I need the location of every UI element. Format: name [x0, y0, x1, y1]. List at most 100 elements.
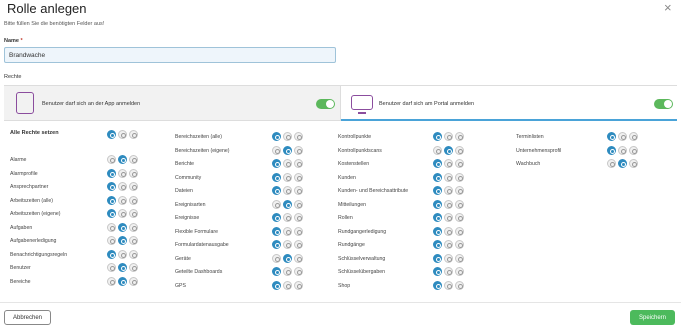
rights-write-option[interactable]	[129, 276, 138, 286]
rights-write-option[interactable]	[294, 172, 303, 182]
rights-read-option[interactable]	[444, 240, 453, 249]
rights-none-option[interactable]	[272, 199, 281, 209]
rights-none-option[interactable]	[433, 145, 442, 155]
rights-write-option[interactable]	[129, 263, 138, 272]
rights-none-option[interactable]	[107, 182, 116, 191]
rights-write-option[interactable]	[455, 226, 464, 236]
rights-none-option[interactable]	[272, 226, 281, 236]
portal-permission-toggle[interactable]	[654, 99, 673, 109]
rights-none-option[interactable]	[272, 267, 281, 276]
rights-read-option[interactable]	[118, 263, 127, 272]
rights-write-option[interactable]	[455, 280, 464, 290]
rights-read-option[interactable]	[283, 253, 292, 263]
rights-write-option[interactable]	[294, 226, 303, 236]
rights-read-option[interactable]	[118, 276, 127, 286]
rights-read-option[interactable]	[444, 226, 453, 236]
rights-none-option[interactable]	[433, 240, 442, 249]
rights-write-option[interactable]	[455, 172, 464, 182]
rights-write-option[interactable]	[294, 267, 303, 276]
rights-write-option[interactable]	[129, 168, 138, 178]
rights-read-option[interactable]	[118, 168, 127, 178]
rights-read-option[interactable]	[444, 186, 453, 195]
rights-none-option[interactable]	[272, 159, 281, 168]
app-permission-toggle[interactable]	[316, 99, 335, 109]
rights-none-option[interactable]	[107, 222, 116, 232]
rights-read-option[interactable]	[444, 159, 453, 168]
rights-none-option[interactable]	[433, 159, 442, 168]
rights-read-option[interactable]	[444, 199, 453, 209]
rights-write-option[interactable]	[455, 267, 464, 276]
rights-none-option[interactable]	[272, 132, 281, 141]
rights-none-option[interactable]	[433, 253, 442, 263]
rights-none-option[interactable]	[433, 280, 442, 290]
rights-write-option[interactable]	[129, 209, 138, 218]
rights-read-option[interactable]	[444, 145, 453, 155]
name-input[interactable]	[4, 47, 336, 63]
rights-read-option[interactable]	[283, 226, 292, 236]
rights-none-option[interactable]	[107, 209, 116, 218]
rights-read-option[interactable]	[283, 145, 292, 155]
rights-none-option[interactable]	[107, 168, 116, 178]
rights-write-option[interactable]	[629, 145, 638, 155]
rights-write-option[interactable]	[129, 182, 138, 191]
rights-write-option[interactable]	[294, 240, 303, 249]
rights-read-option[interactable]	[283, 267, 292, 276]
rights-read-option[interactable]	[618, 145, 627, 155]
save-button[interactable]: Speichern	[630, 310, 675, 325]
rights-read-option[interactable]	[118, 182, 127, 191]
rights-none-option[interactable]	[107, 195, 116, 205]
rights-write-option[interactable]	[294, 280, 303, 290]
rights-none-option[interactable]	[607, 145, 616, 155]
rights-write-option[interactable]	[129, 249, 138, 259]
rights-write-option[interactable]	[294, 186, 303, 195]
rights-read-option[interactable]	[444, 132, 453, 141]
rights-read-option[interactable]	[444, 253, 453, 263]
rights-write-option[interactable]	[629, 159, 638, 168]
rights-read-option[interactable]	[283, 186, 292, 195]
rights-write-option[interactable]	[294, 199, 303, 209]
rights-none-option[interactable]	[272, 253, 281, 263]
rights-read-option[interactable]	[283, 132, 292, 141]
rights-read-option[interactable]	[444, 213, 453, 222]
rights-read-option[interactable]	[444, 267, 453, 276]
rights-none-option[interactable]	[107, 276, 116, 286]
rights-write-option[interactable]	[129, 222, 138, 232]
rights-none-option[interactable]	[272, 186, 281, 195]
rights-write-option[interactable]	[129, 155, 138, 164]
rights-none-option[interactable]	[272, 213, 281, 222]
rights-read-option[interactable]	[283, 213, 292, 222]
rights-read-option[interactable]	[118, 195, 127, 205]
rights-write-option[interactable]	[294, 132, 303, 141]
rights-none-option[interactable]	[272, 240, 281, 249]
rights-write-option[interactable]	[129, 130, 138, 139]
rights-write-option[interactable]	[455, 199, 464, 209]
rights-none-option[interactable]	[107, 236, 116, 245]
rights-write-option[interactable]	[455, 159, 464, 168]
rights-read-option[interactable]	[118, 130, 127, 139]
rights-write-option[interactable]	[455, 186, 464, 195]
rights-read-option[interactable]	[118, 222, 127, 232]
rights-read-option[interactable]	[444, 172, 453, 182]
rights-none-option[interactable]	[433, 132, 442, 141]
cancel-button[interactable]: Abbrechen	[4, 310, 51, 325]
rights-none-option[interactable]	[433, 186, 442, 195]
rights-none-option[interactable]	[272, 145, 281, 155]
rights-write-option[interactable]	[455, 132, 464, 141]
rights-none-option[interactable]	[607, 159, 616, 168]
rights-write-option[interactable]	[294, 213, 303, 222]
rights-none-option[interactable]	[107, 249, 116, 259]
close-icon[interactable]: ×	[664, 0, 672, 15]
rights-none-option[interactable]	[433, 172, 442, 182]
rights-read-option[interactable]	[444, 280, 453, 290]
rights-write-option[interactable]	[294, 159, 303, 168]
rights-read-option[interactable]	[283, 280, 292, 290]
rights-write-option[interactable]	[129, 195, 138, 205]
rights-none-option[interactable]	[433, 199, 442, 209]
rights-read-option[interactable]	[118, 236, 127, 245]
rights-read-option[interactable]	[283, 240, 292, 249]
rights-write-option[interactable]	[455, 253, 464, 263]
rights-read-option[interactable]	[118, 209, 127, 218]
rights-read-option[interactable]	[618, 159, 627, 168]
rights-read-option[interactable]	[118, 249, 127, 259]
rights-write-option[interactable]	[294, 253, 303, 263]
